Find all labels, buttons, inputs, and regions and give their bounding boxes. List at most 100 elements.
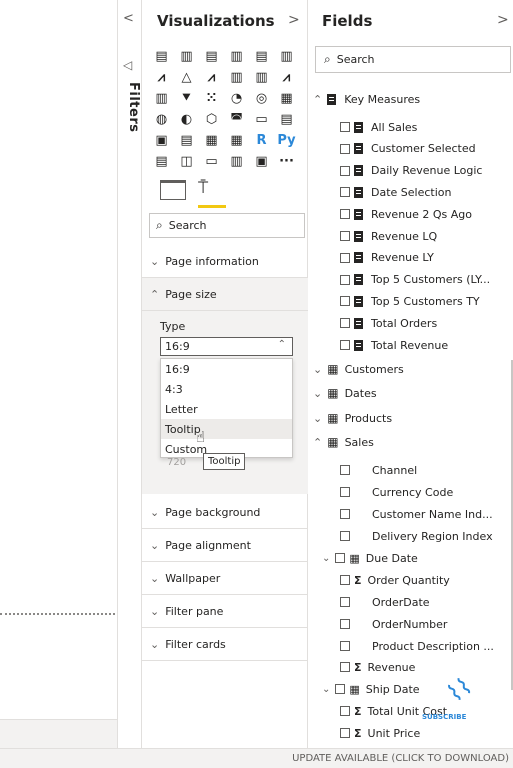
checkbox[interactable] [340, 187, 350, 198]
visual-type-icon[interactable]: ◐ [177, 110, 196, 129]
measure-row[interactable]: Top 5 Customers (LY... [340, 269, 490, 291]
visual-type-icon[interactable]: ▤ [152, 152, 171, 171]
section-page-size[interactable]: ⌃ Page size [142, 278, 308, 311]
visual-type-icon[interactable]: ◍ [152, 110, 171, 129]
measure-row[interactable]: Revenue 2 Qs Ago [340, 203, 472, 225]
visual-type-icon[interactable]: ▤ [177, 131, 196, 150]
measure-row[interactable]: Daily Revenue Logic [340, 160, 482, 182]
section-page-background[interactable]: ⌄ Page background [142, 496, 308, 529]
report-canvas[interactable] [0, 0, 117, 748]
visual-type-icon[interactable]: ▣ [252, 152, 271, 171]
checkbox[interactable] [340, 575, 350, 585]
checkbox[interactable] [340, 728, 350, 738]
checkbox[interactable] [340, 619, 350, 629]
field-delivery-region-index[interactable]: Delivery Region Index [340, 525, 493, 547]
visual-type-icon[interactable]: ⯆ [177, 89, 196, 108]
option-16-9[interactable]: 16:9 [161, 359, 292, 379]
checkbox[interactable] [340, 597, 350, 607]
format-paintroller-icon[interactable]: ⍑ [198, 178, 208, 198]
visual-type-icon[interactable]: ▦ [202, 131, 221, 150]
visual-type-icon[interactable]: ▤ [152, 47, 171, 66]
field-order-number[interactable]: OrderNumber [340, 613, 447, 635]
filters-label[interactable]: Filters [119, 82, 141, 132]
field-product-description[interactable]: Product Description ... [340, 635, 494, 657]
measure-row[interactable]: Total Revenue [340, 334, 448, 356]
visual-type-icon[interactable]: ▤ [252, 47, 271, 66]
visual-type-icon[interactable]: ⁙ [202, 89, 221, 108]
visual-type-icon[interactable]: Py [277, 131, 296, 150]
visual-type-icon[interactable]: ▦ [227, 131, 246, 150]
visual-type-icon[interactable]: ▭ [202, 152, 221, 171]
checkbox[interactable] [335, 684, 346, 694]
checkbox[interactable] [340, 231, 350, 241]
checkbox[interactable] [340, 641, 350, 651]
visual-type-icon[interactable]: ◚ [227, 110, 246, 129]
checkbox[interactable] [340, 143, 350, 154]
visual-type-icon[interactable]: ▥ [227, 47, 246, 66]
visual-type-icon[interactable]: R [252, 131, 271, 150]
visual-type-icon[interactable]: ▤ [277, 110, 296, 129]
section-wallpaper[interactable]: ⌄ Wallpaper [142, 562, 308, 595]
expand-fields-chevron-icon[interactable]: > [497, 12, 509, 28]
field-order-quantity[interactable]: Σ Order Quantity [340, 569, 450, 591]
checkbox[interactable] [340, 209, 350, 220]
field-unit-price[interactable]: Σ Unit Price [340, 722, 420, 744]
option-letter[interactable]: Letter [161, 399, 292, 419]
field-due-date[interactable]: ⌄ ▦ Due Date [322, 547, 418, 569]
measure-row[interactable]: Date Selection [340, 181, 451, 203]
viz-search-input[interactable]: ⌕ Search [149, 213, 305, 238]
fields-search-input[interactable]: ⌕ Search [315, 46, 511, 73]
visual-type-icon[interactable]: ▥ [227, 152, 246, 171]
section-page-information[interactable]: ⌄ Page information [142, 245, 308, 278]
checkbox[interactable] [340, 465, 350, 475]
option-4-3[interactable]: 4:3 [161, 379, 292, 399]
visual-type-icon[interactable]: ▥ [177, 47, 196, 66]
checkbox[interactable] [340, 662, 350, 672]
visual-type-icon[interactable]: ▥ [227, 68, 246, 87]
checkbox[interactable] [340, 296, 350, 307]
visual-type-icon[interactable]: ··· [277, 152, 296, 171]
checkbox[interactable] [335, 553, 346, 563]
checkbox[interactable] [340, 165, 350, 176]
table-products[interactable]: ⌄ ▦ Products [313, 407, 392, 429]
visual-type-icon[interactable]: ◎ [252, 89, 271, 108]
visual-type-icon[interactable]: ◫ [177, 152, 196, 171]
fields-tab-icon[interactable] [160, 180, 186, 200]
visual-type-icon[interactable]: ⩘ [152, 68, 171, 87]
update-available-link[interactable]: UPDATE AVAILABLE (CLICK TO DOWNLOAD) [292, 753, 509, 764]
section-page-alignment[interactable]: ⌄ Page alignment [142, 529, 308, 562]
page-type-select[interactable]: 16:9 ⌃ [160, 337, 293, 356]
checkbox[interactable] [340, 340, 350, 350]
measure-row[interactable]: Top 5 Customers TY [340, 290, 480, 312]
filter-funnel-icon[interactable]: ◁ [123, 58, 132, 72]
checkbox[interactable] [340, 122, 350, 132]
section-filter-pane[interactable]: ⌄ Filter pane [142, 595, 308, 628]
measure-row[interactable]: Customer Selected [340, 138, 476, 160]
visual-type-icon[interactable]: ◔ [227, 89, 246, 108]
measure-row[interactable]: All Sales [340, 116, 417, 138]
field-customer-name-ind[interactable]: Customer Name Ind... [340, 503, 493, 525]
visual-type-icon[interactable]: ⩘ [277, 68, 296, 87]
field-currency-code[interactable]: Currency Code [340, 481, 453, 503]
checkbox[interactable] [340, 487, 350, 497]
field-ship-date[interactable]: ⌄ ▦ Ship Date [322, 678, 420, 700]
measure-row[interactable]: Revenue LQ [340, 225, 437, 247]
visual-type-icon[interactable]: ▣ [152, 131, 171, 150]
visual-type-icon[interactable]: ▥ [277, 47, 296, 66]
visual-type-icon[interactable]: ▦ [277, 89, 296, 108]
table-sales[interactable]: ⌃ ▦ Sales [313, 431, 374, 453]
measure-row[interactable]: Revenue LY [340, 247, 434, 269]
measure-row[interactable]: Total Orders [340, 312, 437, 334]
checkbox[interactable] [340, 531, 350, 541]
table-dates[interactable]: ⌄ ▦ Dates [313, 382, 377, 404]
visual-type-icon[interactable]: △ [177, 68, 196, 87]
visual-type-icon[interactable]: ▭ [252, 110, 271, 129]
checkbox[interactable] [340, 274, 350, 285]
visual-type-icon[interactable]: ⩘ [202, 68, 221, 87]
checkbox[interactable] [340, 706, 350, 716]
option-tooltip[interactable]: Tooltip [161, 419, 292, 439]
table-customers[interactable]: ⌄ ▦ Customers [313, 358, 404, 380]
checkbox[interactable] [340, 318, 350, 329]
visual-type-icon[interactable]: ▥ [152, 89, 171, 108]
visual-type-icon[interactable]: ▥ [252, 68, 271, 87]
